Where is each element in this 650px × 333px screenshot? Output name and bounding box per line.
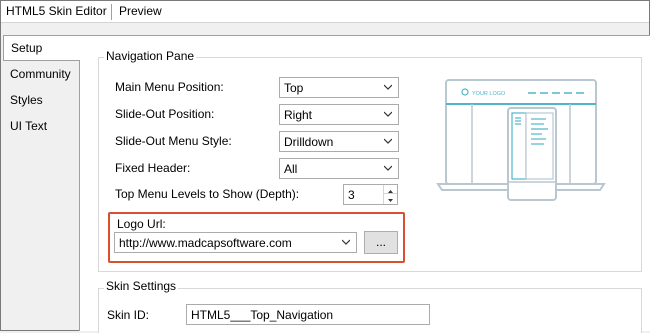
logo-url-value: http://www.madcapsoftware.com [119,236,292,250]
skin-id-value: HTML5___Top_Navigation [191,308,334,322]
stepper-down-button[interactable] [384,194,397,203]
fixed-header-value: All [284,162,298,176]
top-menu-levels-label: Top Menu Levels to Show (Depth): [115,187,300,201]
skin-settings-title: Skin Settings [104,279,179,293]
triangle-down-icon [388,199,393,202]
slide-out-position-label: Slide-Out Position: [115,107,215,121]
side-tab-community[interactable]: Community [10,67,71,81]
chevron-down-icon [384,165,392,171]
skin-id-label: Skin ID: [107,308,150,322]
slide-out-menu-style-select[interactable]: Drilldown [279,131,399,152]
chevron-down-icon [384,111,392,117]
stepper-buttons [383,185,397,204]
main-menu-position-value: Top [284,81,304,95]
top-menu-levels-value: 3 [348,188,355,202]
tab-html5-skin-editor[interactable]: HTML5 Skin Editor [6,4,107,18]
slide-out-menu-style-value: Drilldown [284,135,334,149]
tab-preview[interactable]: Preview [119,4,162,18]
side-tab-setup-label: Setup [11,41,43,55]
stepper-up-button[interactable] [384,185,397,194]
browse-button[interactable]: ... [364,231,398,254]
chevron-down-icon [384,84,392,90]
tablet-icon [507,107,557,201]
slide-out-position-value: Right [284,108,313,122]
side-tab-setup[interactable]: Setup [3,35,80,61]
main-menu-position-select[interactable]: Top [279,77,399,98]
skin-id-input[interactable]: HTML5___Top_Navigation [186,304,430,325]
navigation-pane-title: Navigation Pane [104,49,197,63]
side-tab-styles[interactable]: Styles [10,93,43,107]
title-separator [111,4,112,20]
fixed-header-select[interactable]: All [279,158,399,179]
slide-out-position-select[interactable]: Right [279,104,399,125]
fixed-header-label: Fixed Header: [115,161,191,175]
logo-url-combobox[interactable]: http://www.madcapsoftware.com [114,232,357,253]
side-tab-ui-text[interactable]: UI Text [10,119,47,133]
slide-out-menu-style-label: Slide-Out Menu Style: [115,134,232,148]
title-bar: HTML5 Skin Editor Preview [1,1,649,23]
chevron-down-icon [342,239,350,245]
chevron-down-icon [384,138,392,144]
top-menu-levels-stepper[interactable]: 3 [343,184,398,205]
main-menu-position-label: Main Menu Position: [115,80,224,94]
preview-logo-text: YOUR LOGO [472,91,506,97]
logo-url-label: Logo Url: [117,217,166,231]
layout-preview-illustration: YOUR LOGO [436,79,606,201]
